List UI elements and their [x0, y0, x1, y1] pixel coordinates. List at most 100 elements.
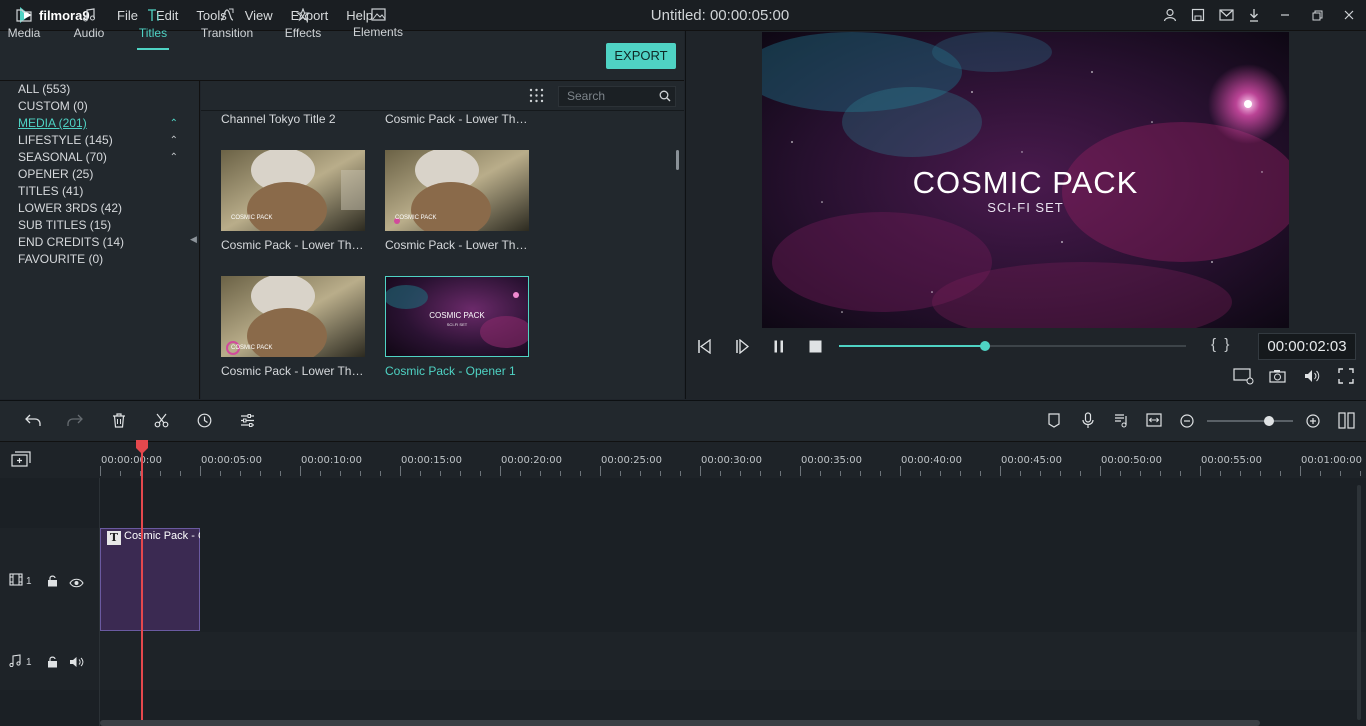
playhead-handle[interactable] [135, 440, 149, 459]
undo-icon[interactable] [25, 413, 41, 432]
filmora-window: filmora9 File Edit Tools View Export Hel… [0, 0, 1366, 726]
mail-icon[interactable] [1212, 0, 1240, 30]
category-custom[interactable]: CUSTOM (0) [18, 98, 188, 115]
category-seasonal[interactable]: SEASONAL (70) ⌃ [18, 149, 188, 166]
lock-icon[interactable] [47, 655, 58, 673]
delete-icon[interactable] [112, 413, 126, 433]
ruler-label: 00:00:55:00 [1201, 455, 1263, 466]
export-button[interactable]: EXPORT [606, 43, 676, 69]
grid-view-icon[interactable] [529, 88, 544, 108]
zoom-out-icon[interactable] [1180, 414, 1194, 433]
save-icon[interactable] [1184, 0, 1212, 30]
pause-icon[interactable] [773, 340, 785, 358]
video-track-1[interactable] [0, 528, 1366, 632]
adjust-icon[interactable] [240, 413, 255, 433]
category-lifestyle[interactable]: LIFESTYLE (145) ⌃ [18, 132, 188, 149]
snapshot-icon[interactable] [1269, 369, 1286, 388]
timeline-vertical-scrollbar[interactable] [1357, 485, 1361, 720]
thumbnail-lower-third-2[interactable]: COSMIC PACK [221, 150, 365, 231]
ruler-ticks [100, 466, 1366, 476]
chevron-up-icon[interactable]: ⌃ [170, 115, 178, 132]
download-icon[interactable] [1240, 0, 1268, 30]
collapse-panel-icon[interactable]: ◀ [190, 234, 197, 245]
preview-subtitle-text: SCI-FI SET [987, 200, 1064, 215]
thumbnail-lower-third-3[interactable]: COSMIC PACK [385, 150, 529, 231]
step-back-icon[interactable] [697, 338, 713, 359]
voiceover-icon[interactable] [1082, 412, 1094, 434]
play-icon[interactable] [735, 338, 750, 359]
category-sub-titles[interactable]: SUB TITLES (15) [18, 217, 188, 234]
elements-icon [370, 8, 386, 21]
tab-elements[interactable]: Elements [352, 8, 404, 50]
speed-icon[interactable] [197, 413, 212, 433]
thumbnail-label[interactable]: Cosmic Pack - Lower Third 2 [221, 238, 366, 252]
fullscreen-icon[interactable] [1338, 368, 1354, 389]
category-all[interactable]: ALL (553) [18, 81, 188, 98]
category-favourite[interactable]: FAVOURITE (0) [18, 251, 188, 268]
speaker-icon[interactable] [69, 655, 85, 673]
eye-icon[interactable] [69, 575, 84, 593]
zoom-slider-knob[interactable] [1264, 416, 1274, 426]
ruler-label: 00:00:15:00 [401, 455, 463, 466]
tab-transition[interactable]: Transition [199, 8, 255, 50]
zoom-in-icon[interactable] [1306, 414, 1320, 433]
project-name: Untitled: [650, 7, 706, 24]
stop-icon[interactable] [809, 340, 822, 358]
music-note-icon [83, 8, 95, 22]
tab-effects[interactable]: Effects [283, 8, 323, 50]
add-track-icon[interactable] [11, 451, 31, 472]
account-icon[interactable] [1156, 0, 1184, 30]
redo-icon [67, 413, 83, 432]
audio-track-number: 1 [26, 657, 32, 668]
audio-track-1[interactable] [0, 632, 1366, 690]
category-titles[interactable]: TITLES (41) [18, 183, 188, 200]
ruler-label: 00:00:05:00 [201, 455, 263, 466]
timeline-scrollbar[interactable] [100, 720, 1260, 726]
zoom-slider-track[interactable] [1207, 420, 1293, 422]
thumbnail-label[interactable]: Cosmic Pack - Lower Third 4 [221, 364, 366, 378]
playback-progress-fill [839, 345, 985, 347]
playhead[interactable] [141, 442, 143, 726]
minimize-icon[interactable] [1268, 0, 1302, 30]
category-end-credits[interactable]: END CREDITS (14) [18, 234, 188, 251]
thumbnail-lower-third-4[interactable]: COSMIC PACK [221, 276, 365, 357]
title-clip[interactable]: T Cosmic Pack - Opener 1 [100, 528, 200, 631]
transition-icon [220, 8, 234, 21]
ruler-label: 00:01:00:00 [1301, 455, 1363, 466]
cut-icon[interactable] [154, 413, 169, 433]
panel-toggle-icon[interactable] [1338, 412, 1356, 434]
ruler-label: 00:00:30:00 [701, 455, 763, 466]
tab-titles[interactable]: Titles [137, 8, 169, 50]
display-settings-icon[interactable] [1233, 368, 1255, 390]
volume-icon[interactable] [1304, 369, 1321, 388]
mark-in-out-icon[interactable]: { } [1211, 336, 1229, 353]
close-icon[interactable] [1332, 0, 1366, 30]
category-lower-3rds[interactable]: LOWER 3RDS (42) [18, 200, 188, 217]
audio-mixer-icon[interactable] [1114, 413, 1129, 433]
chevron-up-icon[interactable]: ⌃ [170, 132, 178, 149]
empty-track [0, 478, 1366, 528]
music-note-icon [9, 654, 21, 672]
thumbnail-label-selected[interactable]: Cosmic Pack - Opener 1 [385, 364, 530, 378]
thumbnail-label[interactable]: Cosmic Pack - Lower Third 3 [385, 238, 530, 252]
ruler-label: 00:00:40:00 [901, 455, 963, 466]
title-clip-badge-icon: T [107, 531, 121, 545]
marker-icon[interactable] [1048, 413, 1060, 433]
category-media[interactable]: MEDIA (201) ⌃ [18, 115, 188, 132]
grid-scrollbar[interactable] [676, 150, 679, 170]
fit-timeline-icon[interactable] [1146, 413, 1162, 432]
lock-icon[interactable] [47, 574, 58, 592]
preview-video[interactable]: COSMIC PACK SCI-FI SET [762, 32, 1289, 328]
thumbnail-label[interactable]: Cosmic Pack - Lower Third 1 [385, 112, 530, 126]
restore-icon[interactable] [1302, 0, 1332, 30]
thumbnail-label[interactable]: Channel Tokyo Title 2 [221, 112, 371, 126]
category-opener[interactable]: OPENER (25) [18, 166, 188, 183]
tab-audio[interactable]: Audio [70, 8, 108, 50]
thumbnail-opener-1[interactable]: COSMIC PACK SCI-FI SET [385, 276, 529, 357]
search-icon[interactable] [659, 89, 671, 107]
tab-media[interactable]: Media [4, 8, 44, 50]
track-header-divider [99, 478, 100, 726]
preview-title-text: COSMIC PACK [912, 165, 1139, 200]
chevron-up-icon[interactable]: ⌃ [170, 149, 178, 166]
playback-scrubber[interactable] [980, 341, 990, 351]
